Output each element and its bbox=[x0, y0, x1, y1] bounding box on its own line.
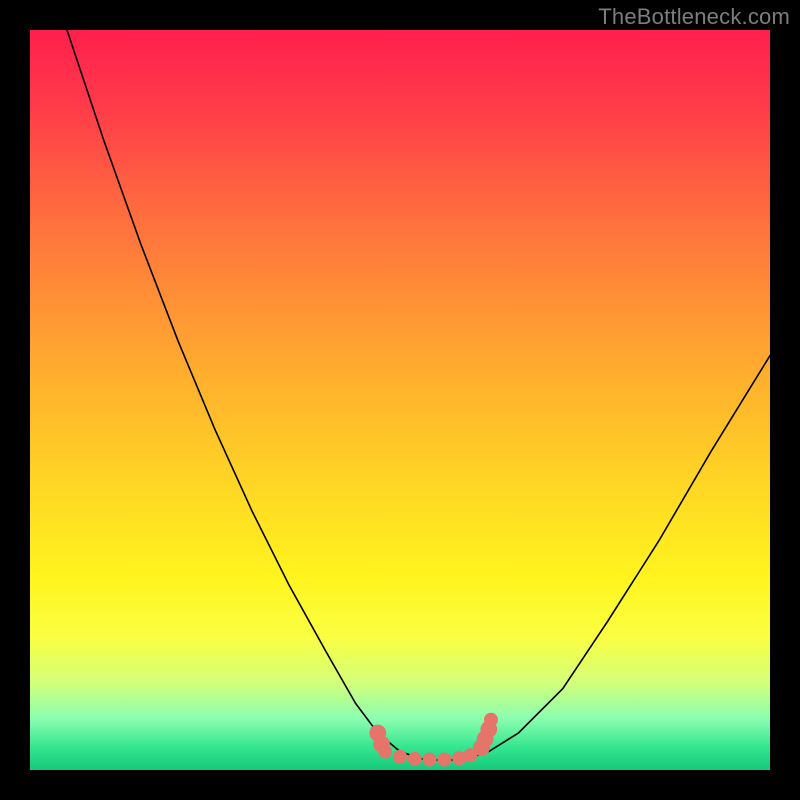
curve-svg bbox=[30, 30, 770, 770]
plot-area bbox=[30, 30, 770, 770]
curve-marker bbox=[423, 753, 437, 767]
curve-marker bbox=[378, 745, 392, 759]
marker-group bbox=[369, 713, 498, 767]
outer-frame: TheBottleneck.com bbox=[0, 0, 800, 800]
watermark-text: TheBottleneck.com bbox=[598, 4, 790, 30]
curve-marker bbox=[484, 713, 498, 727]
curve-marker bbox=[408, 752, 422, 766]
curve-marker bbox=[393, 750, 407, 764]
bottleneck-curve bbox=[67, 30, 770, 760]
curve-marker bbox=[437, 753, 451, 767]
